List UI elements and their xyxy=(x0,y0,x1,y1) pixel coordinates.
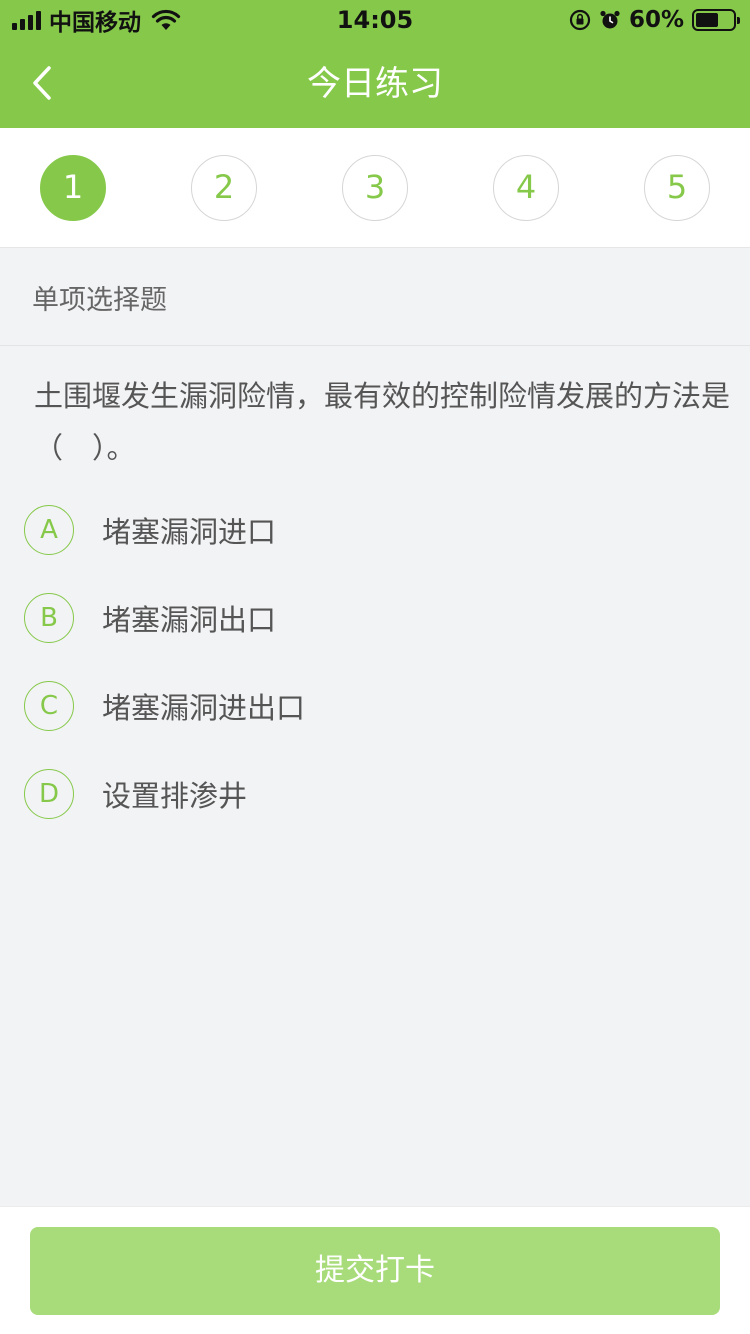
option-d[interactable]: D 设置排渗井 xyxy=(24,764,724,824)
page-title: 今日练习 xyxy=(307,64,443,104)
battery-nub xyxy=(737,17,740,24)
footer: 提交打卡 xyxy=(0,1206,750,1334)
status-bar: 中国移动 14:05 60% xyxy=(0,0,750,40)
battery-fill xyxy=(696,13,718,27)
status-right: 60% xyxy=(569,6,740,34)
question-steps: 1 2 3 4 5 xyxy=(0,128,750,248)
option-text: 堵塞漏洞进口 xyxy=(102,515,277,549)
carrier-name: 中国移动 xyxy=(49,10,141,36)
step-2[interactable]: 2 xyxy=(191,155,257,221)
option-letter: C xyxy=(24,681,74,731)
orientation-lock-icon xyxy=(569,9,591,31)
wifi-icon xyxy=(151,9,181,30)
submit-checkin-button[interactable]: 提交打卡 xyxy=(30,1227,720,1315)
signal-icon xyxy=(12,10,41,30)
header: 中国移动 14:05 60% 今日练习 xyxy=(0,0,750,128)
step-3[interactable]: 3 xyxy=(342,155,408,221)
battery-percent: 60% xyxy=(628,7,684,33)
option-b[interactable]: B 堵塞漏洞出口 xyxy=(24,588,724,648)
chevron-left-icon xyxy=(33,66,51,100)
navbar: 今日练习 xyxy=(0,40,750,128)
question-text: 土围堰发生漏洞险情，最有效的控制险情发展的方法是（ ）。 xyxy=(34,379,731,465)
alarm-icon xyxy=(600,10,620,29)
option-text: 堵塞漏洞进出口 xyxy=(102,691,306,725)
battery-icon xyxy=(692,9,740,31)
option-letter: A xyxy=(24,505,74,555)
step-4[interactable]: 4 xyxy=(493,155,559,221)
option-letter: D xyxy=(24,769,74,819)
back-button[interactable] xyxy=(18,58,66,108)
practice-page: 中国移动 14:05 60% 今日练习 1 2 3 4 5 单项选择题 土围堰发… xyxy=(0,0,750,1334)
question-type: 单项选择题 xyxy=(0,248,750,346)
option-a[interactable]: A 堵塞漏洞进口 xyxy=(24,500,724,560)
option-letter: B xyxy=(24,593,74,643)
option-c[interactable]: C 堵塞漏洞进出口 xyxy=(24,676,724,736)
step-5[interactable]: 5 xyxy=(644,155,710,221)
option-text: 设置排渗井 xyxy=(102,779,248,813)
status-left: 中国移动 xyxy=(12,6,181,36)
step-1[interactable]: 1 xyxy=(40,155,106,221)
option-text: 堵塞漏洞出口 xyxy=(102,603,277,637)
